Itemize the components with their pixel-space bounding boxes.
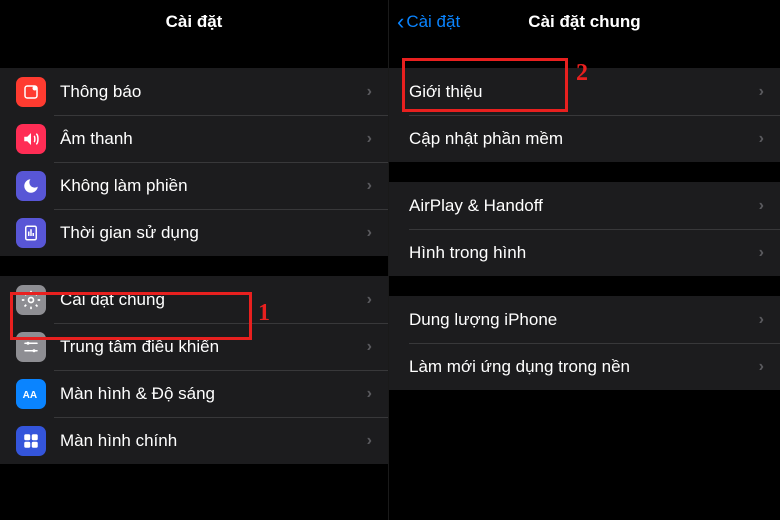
screentime-icon [16,218,46,248]
row-airplay[interactable]: AirPlay & Handoff › [389,182,780,229]
annotation-2: 2 [576,60,588,87]
homescreen-icon [16,426,46,456]
row-label: Màn hình chính [60,431,367,451]
chevron-right-icon: › [367,177,372,195]
dnd-icon [16,171,46,201]
display-icon: AA [16,379,46,409]
chevron-right-icon: › [759,358,764,376]
settings-header: Cài đặt [0,0,388,44]
row-label: Không làm phiền [60,176,367,196]
sounds-icon [16,124,46,154]
row-sounds[interactable]: Âm thanh › [0,115,388,162]
row-label: Thông báo [60,82,367,102]
chevron-right-icon: › [367,338,372,356]
row-general[interactable]: Cài đặt chung › [0,276,388,323]
annotation-1: 1 [258,300,270,327]
row-label: Thời gian sử dụng [60,223,367,243]
chevron-right-icon: › [759,244,764,262]
row-label: Âm thanh [60,129,367,149]
row-label: Cập nhật phần mềm [409,129,759,149]
row-label: Làm mới ứng dụng trong nền [409,357,759,377]
row-label: Cài đặt chung [60,290,367,310]
control-center-icon [16,332,46,362]
general-header: ‹ Cài đặt Cài đặt chung [389,0,780,44]
row-display[interactable]: AA Màn hình & Độ sáng › [0,370,388,417]
row-label: AirPlay & Handoff [409,196,759,216]
row-label: Màn hình & Độ sáng [60,384,367,404]
chevron-left-icon: ‹ [397,11,404,33]
page-title: Cài đặt [166,12,223,32]
notifications-icon [16,77,46,107]
row-homescreen[interactable]: Màn hình chính › [0,417,388,464]
chevron-right-icon: › [367,432,372,450]
row-background-refresh[interactable]: Làm mới ứng dụng trong nền › [389,343,780,390]
row-notifications[interactable]: Thông báo › [0,68,388,115]
chevron-right-icon: › [759,130,764,148]
back-label: Cài đặt [406,12,460,32]
row-screentime[interactable]: Thời gian sử dụng › [0,209,388,256]
row-control-center[interactable]: Trung tâm điều khiển › [0,323,388,370]
chevron-right-icon: › [367,130,372,148]
svg-text:AA: AA [23,390,37,401]
chevron-right-icon: › [367,224,372,242]
row-pip[interactable]: Hình trong hình › [389,229,780,276]
row-label: Dung lượng iPhone [409,310,759,330]
chevron-right-icon: › [759,83,764,101]
chevron-right-icon: › [367,83,372,101]
row-storage[interactable]: Dung lượng iPhone › [389,296,780,343]
general-icon [16,285,46,315]
page-title: Cài đặt chung [528,12,640,32]
chevron-right-icon: › [759,311,764,329]
row-software-update[interactable]: Cập nhật phần mềm › [389,115,780,162]
row-dnd[interactable]: Không làm phiền › [0,162,388,209]
chevron-right-icon: › [367,385,372,403]
chevron-right-icon: › [367,291,372,309]
row-label: Trung tâm điều khiển [60,337,367,357]
chevron-right-icon: › [759,197,764,215]
row-label: Hình trong hình [409,243,759,263]
back-button[interactable]: ‹ Cài đặt [397,11,460,33]
